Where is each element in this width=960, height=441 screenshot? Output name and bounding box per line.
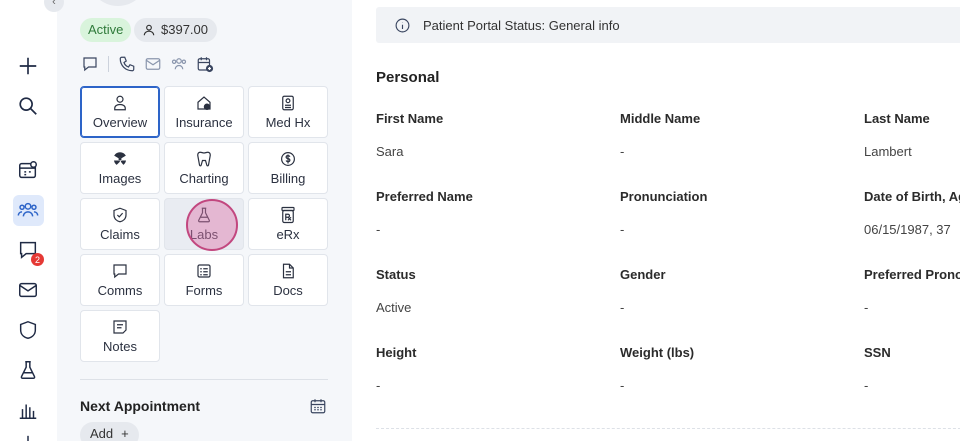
portal-status-text: Patient Portal Status: General info bbox=[423, 17, 620, 33]
field-value-height: - bbox=[376, 378, 381, 393]
tile-med-hx[interactable]: Med Hx bbox=[248, 86, 328, 138]
insurance-icon bbox=[197, 96, 211, 110]
lab-flask-icon[interactable] bbox=[15, 357, 41, 383]
field-value-gender: - bbox=[620, 300, 625, 315]
family-icon[interactable] bbox=[169, 54, 189, 74]
notes-icon bbox=[113, 320, 127, 334]
tile-comms[interactable]: Comms bbox=[80, 254, 160, 306]
tile-overview[interactable]: Overview bbox=[80, 86, 160, 138]
tile-docs[interactable]: Docs bbox=[248, 254, 328, 306]
balance-amount: $397.00 bbox=[161, 22, 208, 37]
add-label: Add bbox=[90, 426, 114, 441]
field-label-preferred-pronouns: Preferred Pronou bbox=[864, 267, 960, 282]
add-appointment-button[interactable]: Add + bbox=[80, 422, 139, 441]
section-divider bbox=[376, 428, 960, 429]
tile-insurance[interactable]: Insurance bbox=[164, 86, 244, 138]
field-value-middle-name: - bbox=[620, 144, 625, 159]
tile-label: eRx bbox=[276, 227, 300, 242]
search-icon[interactable] bbox=[15, 93, 41, 119]
field-label-ssn: SSN bbox=[864, 345, 891, 360]
field-value-preferred-name: - bbox=[376, 222, 381, 237]
tile-forms[interactable]: Forms bbox=[164, 254, 244, 306]
radiation-icon bbox=[114, 152, 126, 165]
calendar-icon[interactable] bbox=[309, 397, 327, 415]
person-outline-icon bbox=[143, 24, 155, 36]
tile-claims[interactable]: Claims bbox=[80, 198, 160, 250]
tile-label: Images bbox=[98, 171, 142, 186]
tile-label: Billing bbox=[270, 171, 306, 186]
main-content: Patient Portal Status: General info Pers… bbox=[352, 0, 960, 441]
chat-icon[interactable] bbox=[80, 54, 100, 74]
balance-badge[interactable]: $397.00 bbox=[134, 18, 217, 42]
field-value-weight: - bbox=[620, 378, 625, 393]
messages-badge: 2 bbox=[31, 253, 44, 266]
tile-label: Docs bbox=[273, 283, 303, 298]
add-icon[interactable] bbox=[15, 53, 41, 79]
calendar-add-icon[interactable] bbox=[195, 54, 215, 74]
dashboard-icon[interactable] bbox=[15, 157, 41, 183]
medical-history-icon bbox=[282, 95, 294, 111]
forms-icon bbox=[197, 264, 211, 278]
field-value-status: Active bbox=[376, 300, 412, 315]
portal-status-banner: Patient Portal Status: General info bbox=[376, 7, 960, 43]
tile-label: Med Hx bbox=[265, 115, 311, 130]
reports-icon[interactable] bbox=[15, 397, 41, 423]
field-value-ssn: - bbox=[864, 378, 869, 393]
field-label-gender: Gender bbox=[620, 267, 666, 282]
billing-icon bbox=[281, 152, 295, 166]
field-value-first-name: Sara bbox=[376, 144, 404, 159]
field-label-pronunciation: Pronunciation bbox=[620, 189, 708, 204]
tooth-icon bbox=[197, 151, 211, 167]
field-label-height: Height bbox=[376, 345, 417, 360]
status-badge: Active bbox=[80, 18, 132, 42]
tile-billing[interactable]: Billing bbox=[248, 142, 328, 194]
contact-actions bbox=[80, 54, 215, 74]
tile-label: Comms bbox=[97, 283, 143, 298]
left-rail: 2 bbox=[0, 0, 57, 441]
field-value-pronunciation: - bbox=[620, 222, 625, 237]
plus-icon: + bbox=[121, 426, 129, 441]
email-icon[interactable] bbox=[143, 54, 163, 74]
comment-icon bbox=[113, 264, 127, 279]
field-label-last-name: Last Name bbox=[864, 111, 930, 126]
claims-shield-icon bbox=[113, 207, 127, 223]
field-label-status: Status bbox=[376, 267, 416, 282]
tile-label: Claims bbox=[100, 227, 140, 242]
more-icon[interactable] bbox=[15, 432, 41, 441]
field-label-date-of-birth: Date of Birth, Ag bbox=[864, 189, 960, 204]
tile-erx[interactable]: eRx bbox=[248, 198, 328, 250]
tile-charting[interactable]: Charting bbox=[164, 142, 244, 194]
tile-label: Insurance bbox=[175, 115, 233, 130]
field-label-middle-name: Middle Name bbox=[620, 111, 701, 126]
tile-label: Overview bbox=[92, 115, 148, 130]
field-value-last-name: Lambert bbox=[864, 144, 912, 159]
field-label-preferred-name: Preferred Name bbox=[376, 189, 473, 204]
next-appointment-heading: Next Appointment bbox=[80, 398, 201, 414]
field-value-date-of-birth: 06/15/1987, 37 bbox=[864, 222, 951, 237]
field-value-preferred-pronouns: - bbox=[864, 300, 869, 315]
personal-section-title: Personal bbox=[376, 69, 440, 86]
shield-icon[interactable] bbox=[15, 317, 41, 343]
field-label-weight: Weight (lbs) bbox=[620, 345, 695, 360]
click-indicator bbox=[186, 199, 238, 251]
person-icon bbox=[114, 95, 126, 111]
document-icon bbox=[282, 263, 294, 279]
tile-notes[interactable]: Notes bbox=[80, 310, 160, 362]
info-icon bbox=[395, 18, 410, 32]
patients-icon[interactable] bbox=[15, 197, 41, 223]
phone-icon[interactable] bbox=[117, 54, 137, 74]
mail-icon[interactable] bbox=[15, 277, 41, 303]
tile-label: Notes bbox=[103, 339, 137, 354]
tile-label: Charting bbox=[179, 171, 229, 186]
tile-images[interactable]: Images bbox=[80, 142, 160, 194]
divider bbox=[108, 56, 109, 72]
tile-label: Forms bbox=[185, 283, 223, 298]
panel-divider bbox=[80, 379, 328, 380]
prescription-icon bbox=[281, 206, 295, 224]
field-label-first-name: First Name bbox=[376, 111, 444, 126]
